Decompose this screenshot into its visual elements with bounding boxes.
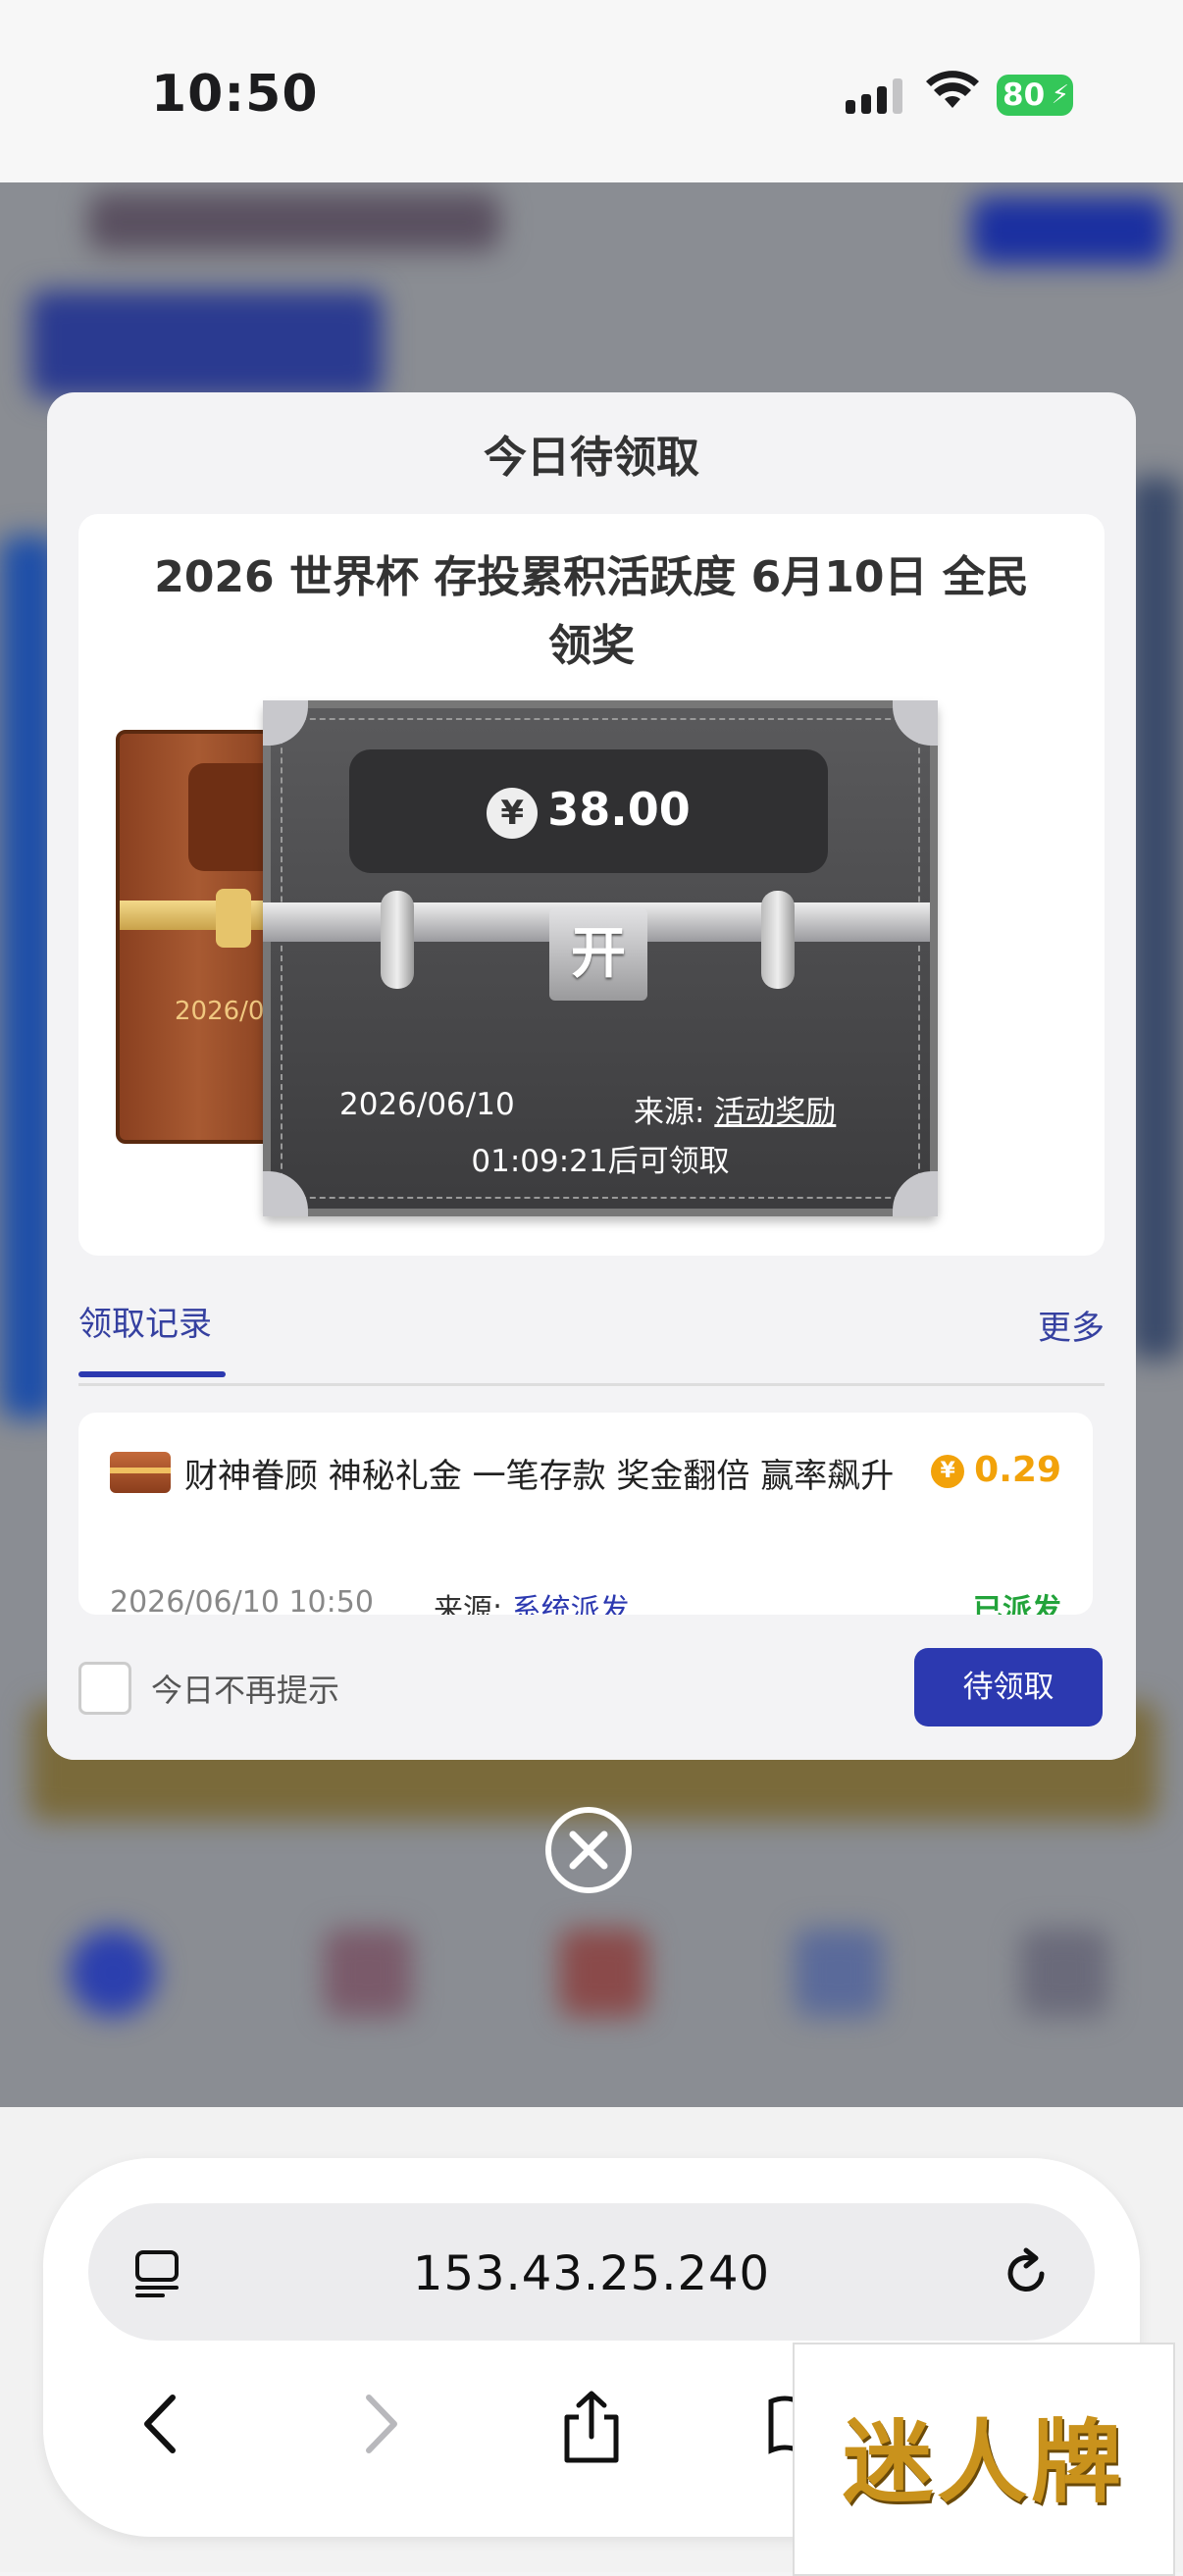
status-bar: 10:50 80 ⚡ — [0, 0, 1183, 182]
back-icon[interactable] — [135, 2390, 184, 2458]
record-source-label: 来源: — [434, 1593, 503, 1615]
cellular-signal-icon — [846, 78, 902, 114]
dont-show-today-checkbox[interactable] — [78, 1662, 131, 1715]
latch-left-icon — [381, 891, 414, 989]
record-amount: ¥0.29 — [931, 1450, 1061, 1490]
open-chest-button[interactable]: 开 — [549, 908, 647, 1001]
pending-claim-button[interactable]: 待领取 — [914, 1648, 1103, 1726]
reward-card-title: 2026 世界杯 存投累积活跃度 6月10日 全民领奖 — [154, 552, 1029, 671]
dialog-title: 今日待领取 — [484, 433, 699, 483]
reward-amount-value: 38.00 — [547, 783, 691, 836]
reward-card: 2026 世界杯 存投累积活跃度 6月10日 全民领奖 2026/0 ¥38.0… — [78, 514, 1105, 1256]
chest-date: 2026/06/10 — [339, 1087, 515, 1122]
rewards-dialog: 今日待领取 2026 世界杯 存投累积活跃度 6月10日 全民领奖 2026/0… — [47, 392, 1136, 1760]
chest-source: 来源: 活动奖励 — [634, 1087, 836, 1131]
ad-logo-text: 迷人牌 — [842, 2410, 1125, 2515]
reload-icon[interactable] — [1001, 2246, 1054, 2299]
share-icon[interactable] — [557, 2390, 626, 2464]
record-status: 已派发 — [973, 1593, 1061, 1615]
close-icon[interactable] — [543, 1805, 634, 1895]
ad-banner[interactable]: 迷人牌 — [793, 2343, 1175, 2576]
yen-coin-icon: ¥ — [487, 787, 539, 839]
address-bar[interactable]: 153.43.25.240 — [88, 2203, 1095, 2341]
record-date: 2026/06/10 10:50 — [110, 1585, 374, 1615]
yen-coin-icon: ¥ — [931, 1455, 965, 1488]
dont-show-today-label[interactable]: 今日不再提示 — [151, 1666, 339, 1711]
chest-source-label: 来源: — [634, 1095, 705, 1130]
latch-right-icon — [761, 891, 795, 989]
url-text: 153.43.25.240 — [412, 2246, 771, 2301]
secondary-chest-date: 2026/0 — [175, 997, 265, 1026]
status-time: 10:50 — [151, 65, 319, 124]
record-source-value: 系统派发 — [511, 1593, 630, 1615]
chest-source-link[interactable]: 活动奖励 — [714, 1095, 836, 1130]
active-tab-indicator — [78, 1371, 226, 1377]
tab-claim-records[interactable]: 领取记录 — [78, 1297, 212, 1345]
battery-level: 80 — [1003, 77, 1046, 113]
amount-panel: ¥38.00 — [349, 749, 828, 873]
battery-indicator: 80 ⚡ — [997, 75, 1073, 116]
more-link[interactable]: 更多 — [1038, 1301, 1105, 1349]
records-tabbar: 领取记录 更多 — [78, 1275, 1105, 1386]
forward-icon[interactable] — [357, 2390, 406, 2458]
dialog-footer: 今日不再提示 待领取 — [47, 1615, 1136, 1760]
charging-bolt-icon: ⚡ — [1051, 80, 1069, 110]
reward-amount: ¥38.00 — [349, 783, 828, 839]
record-source: 来源: 系统派发 — [434, 1585, 630, 1615]
record-amount-value: 0.29 — [974, 1450, 1061, 1490]
claim-countdown: 01:09:21后可领取 — [471, 1144, 730, 1179]
list-item[interactable]: 财神眷顾 神秘礼金 一笔存款 奖金翻倍 赢率飙升 ¥0.29 2026/06/1… — [78, 1413, 1093, 1615]
record-title: 财神眷顾 神秘礼金 一笔存款 奖金翻倍 赢率飙升 — [184, 1457, 895, 1496]
wifi-icon — [926, 71, 979, 108]
treasure-chest[interactable]: ¥38.00 开 2026/06/10 来源: 活动奖励 01:09:21后可领… — [263, 700, 938, 1216]
